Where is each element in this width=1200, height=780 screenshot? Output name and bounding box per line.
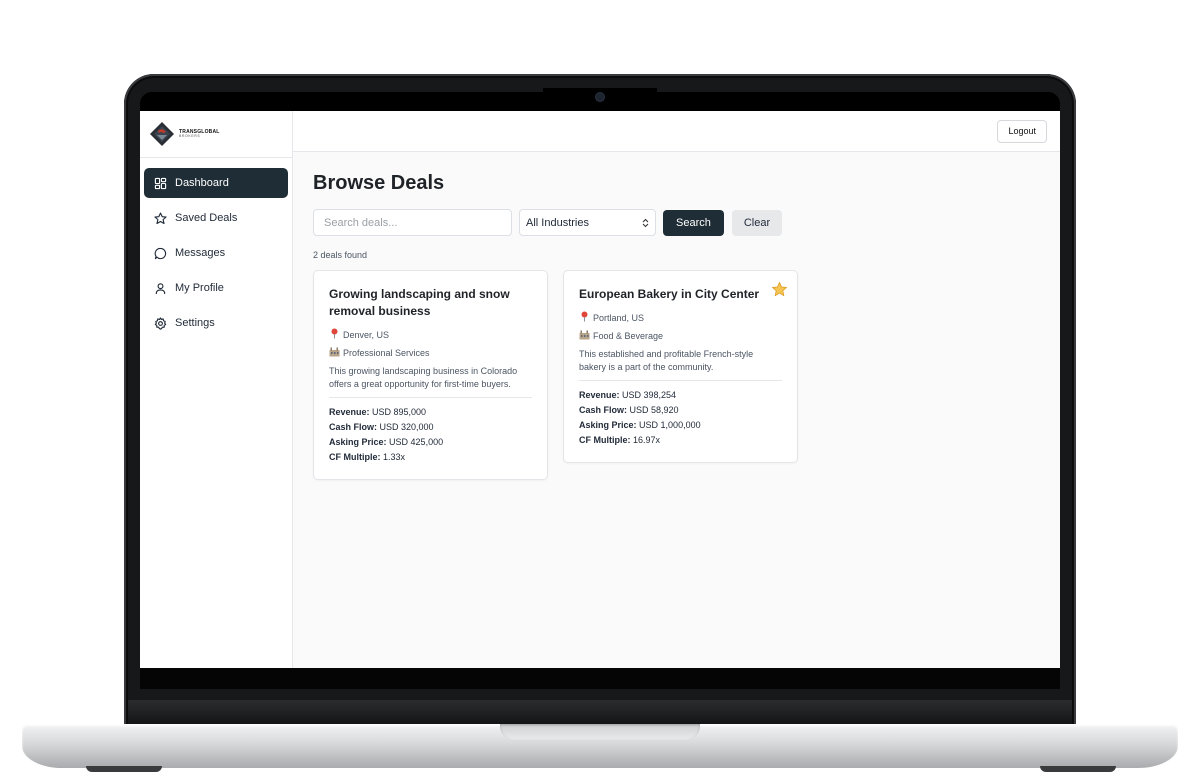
deal-revenue: Revenue: USD 895,000 xyxy=(329,405,532,420)
cf-multiple-label: CF Multiple: xyxy=(579,435,631,445)
user-icon xyxy=(155,282,166,294)
sidebar-item-messages[interactable]: Messages xyxy=(144,238,288,268)
cf-multiple-label: CF Multiple: xyxy=(329,452,381,462)
deal-industry-text: Food & Beverage xyxy=(593,331,664,341)
deal-cashflow: Cash Flow: USD 320,000 xyxy=(329,420,532,435)
laptop-lip-cutout xyxy=(500,724,700,740)
deal-revenue: Revenue: USD 398,254 xyxy=(579,388,782,403)
cf-multiple-value: 16.97x xyxy=(633,435,661,445)
clear-button[interactable]: Clear xyxy=(731,209,783,236)
main-content: Browse Deals All Industries Search Clear… xyxy=(293,152,1060,500)
select-arrows-icon xyxy=(642,218,649,228)
sidebar: TRANSGLOBAL BROKERS Dashboard Saved Deal… xyxy=(140,111,293,668)
deal-industry-text: Professional Services xyxy=(343,348,430,358)
factory-icon xyxy=(329,347,340,359)
page-title: Browse Deals xyxy=(313,172,445,194)
sidebar-item-label: Saved Deals xyxy=(175,212,238,224)
laptop-hinge xyxy=(128,700,1072,726)
chat-bubble-icon xyxy=(154,247,167,259)
laptop-foot-right xyxy=(1040,766,1116,772)
search-button[interactable]: Search xyxy=(663,209,724,236)
deal-industry: Food & Beverage xyxy=(579,330,782,342)
results-count: 2 deals found xyxy=(313,250,368,260)
saved-star-icon[interactable] xyxy=(771,281,788,298)
revenue-value: USD 398,254 xyxy=(622,390,677,400)
sidebar-item-dashboard[interactable]: Dashboard xyxy=(144,168,288,198)
asking-price-label: Asking Price: xyxy=(329,437,387,447)
deal-cf-multiple: CF Multiple: 1.33x xyxy=(329,450,532,465)
asking-price-label: Asking Price: xyxy=(579,420,637,430)
cashflow-value: USD 58,920 xyxy=(629,405,679,415)
revenue-label: Revenue: xyxy=(579,390,620,400)
cashflow-label: Cash Flow: xyxy=(329,422,378,432)
filter-bar: All Industries Search Clear xyxy=(313,209,1040,236)
laptop-foot-left xyxy=(86,766,162,772)
deal-title[interactable]: European Bakery in City Center xyxy=(579,286,782,303)
app-screen: TRANSGLOBAL BROKERS Dashboard Saved Deal… xyxy=(140,111,1060,668)
sidebar-nav: Dashboard Saved Deals Messages My Profil… xyxy=(140,158,292,353)
deal-location-text: Denver, US xyxy=(343,329,390,340)
brand-logo[interactable]: TRANSGLOBAL BROKERS xyxy=(140,111,292,158)
card-divider xyxy=(329,397,532,398)
screen-chin xyxy=(140,668,1060,689)
revenue-label: Revenue: xyxy=(329,407,370,417)
asking-price-value: USD 1,000,000 xyxy=(639,420,701,430)
gear-icon xyxy=(154,316,167,330)
transglobal-logo-icon xyxy=(150,122,174,146)
sidebar-item-label: Settings xyxy=(175,317,215,329)
location-pin-icon xyxy=(329,328,340,341)
logout-button[interactable]: Logout xyxy=(997,119,1047,143)
star-icon xyxy=(154,212,167,224)
deal-location: Denver, US xyxy=(329,328,532,341)
deal-description: This growing landscaping business in Col… xyxy=(329,366,518,389)
deal-card[interactable]: Growing landscaping and snow removal bus… xyxy=(313,270,548,480)
deal-cashflow: Cash Flow: USD 58,920 xyxy=(579,403,782,418)
deal-title[interactable]: Growing landscaping and snow removal bus… xyxy=(329,286,532,320)
search-input[interactable] xyxy=(313,209,512,236)
factory-icon xyxy=(579,330,590,342)
dashboard-grid-icon xyxy=(154,177,167,189)
sidebar-item-label: My Profile xyxy=(175,282,224,294)
cashflow-value: USD 320,000 xyxy=(379,422,434,432)
industry-select[interactable]: All Industries xyxy=(519,209,656,236)
camera-icon xyxy=(596,93,604,101)
location-pin-icon xyxy=(579,311,590,324)
deal-cards: Growing landscaping and snow removal bus… xyxy=(313,270,1040,480)
deal-cf-multiple: CF Multiple: 16.97x xyxy=(579,433,782,448)
sidebar-item-settings[interactable]: Settings xyxy=(144,308,288,338)
deal-description: This established and profitable French-s… xyxy=(579,349,754,372)
deal-asking-price: Asking Price: USD 1,000,000 xyxy=(579,418,782,433)
card-divider xyxy=(579,380,782,381)
revenue-value: USD 895,000 xyxy=(372,407,427,417)
top-bar: Logout xyxy=(293,111,1060,152)
brand-subtitle: BROKERS xyxy=(179,133,201,138)
sidebar-item-saved-deals[interactable]: Saved Deals xyxy=(144,203,288,233)
cashflow-label: Cash Flow: xyxy=(579,405,628,415)
deal-asking-price: Asking Price: USD 425,000 xyxy=(329,435,532,450)
sidebar-item-my-profile[interactable]: My Profile xyxy=(144,273,288,303)
sidebar-item-label: Dashboard xyxy=(175,177,229,189)
industry-select-value: All Industries xyxy=(526,216,589,229)
deal-card[interactable]: European Bakery in City Center Portland,… xyxy=(563,270,798,463)
deal-industry: Professional Services xyxy=(329,347,532,359)
asking-price-value: USD 425,000 xyxy=(389,437,444,447)
deal-location-text: Portland, US xyxy=(593,312,645,323)
cf-multiple-value: 1.33x xyxy=(383,452,406,462)
deal-location: Portland, US xyxy=(579,311,782,324)
main-area: Logout Browse Deals All Industries Searc… xyxy=(293,111,1060,668)
sidebar-item-label: Messages xyxy=(175,247,226,259)
